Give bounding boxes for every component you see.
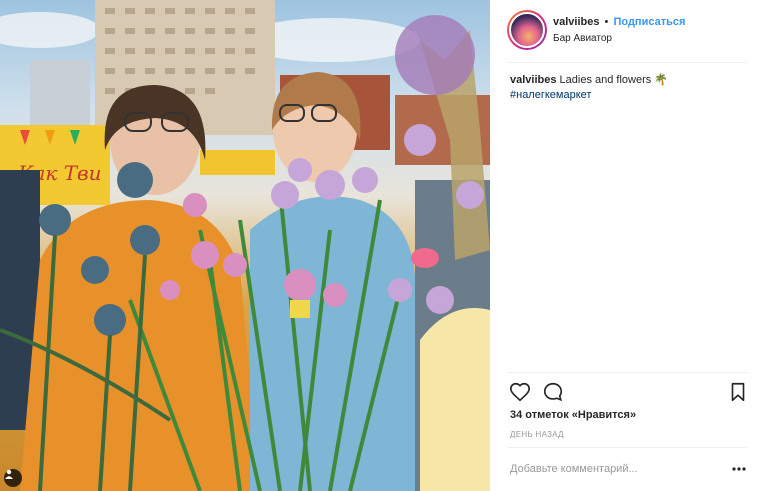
comment-button[interactable] xyxy=(542,381,564,403)
post-timestamp: ДЕНЬ НАЗАД xyxy=(510,430,564,439)
save-button[interactable] xyxy=(727,381,749,403)
comment-divider xyxy=(507,447,747,448)
separator-dot: • xyxy=(604,16,609,28)
more-options-icon xyxy=(732,467,746,471)
hashtag-link[interactable]: #налегкемаркет xyxy=(510,88,746,103)
photo-illustration: Как Тви xyxy=(0,0,490,491)
heart-icon xyxy=(510,382,530,402)
follow-button[interactable]: Подписаться xyxy=(613,16,685,28)
user-tag-icon[interactable] xyxy=(4,469,22,487)
post-side-panel: valviibes • Подписаться Бар Авиатор valv… xyxy=(490,0,760,491)
caption-text: Ladies and flowers 🌴 xyxy=(559,74,669,86)
likes-count[interactable]: 34 отметок «Нравится» xyxy=(510,409,636,421)
location-link[interactable]: Бар Авиатор xyxy=(553,33,612,44)
action-bar xyxy=(507,381,747,403)
post-caption: valviibes Ladies and flowers 🌴 #налегкем… xyxy=(510,73,746,103)
bookmark-icon xyxy=(731,382,745,402)
user-icon xyxy=(5,469,13,479)
like-button[interactable] xyxy=(509,381,531,403)
username-link[interactable]: valviibes xyxy=(553,16,599,28)
avatar[interactable] xyxy=(507,10,547,50)
more-options-button[interactable] xyxy=(731,462,747,476)
actions-divider xyxy=(507,372,747,373)
comment-icon xyxy=(543,382,563,402)
header-divider xyxy=(507,62,747,63)
caption-username[interactable]: valviibes xyxy=(510,74,556,86)
header-line: valviibes • Подписаться xyxy=(553,16,685,28)
post-photo[interactable]: Как Тви xyxy=(0,0,490,491)
post-header: valviibes • Подписаться Бар Авиатор xyxy=(490,0,760,62)
comment-input[interactable]: Добавьте комментарий... xyxy=(510,463,638,475)
